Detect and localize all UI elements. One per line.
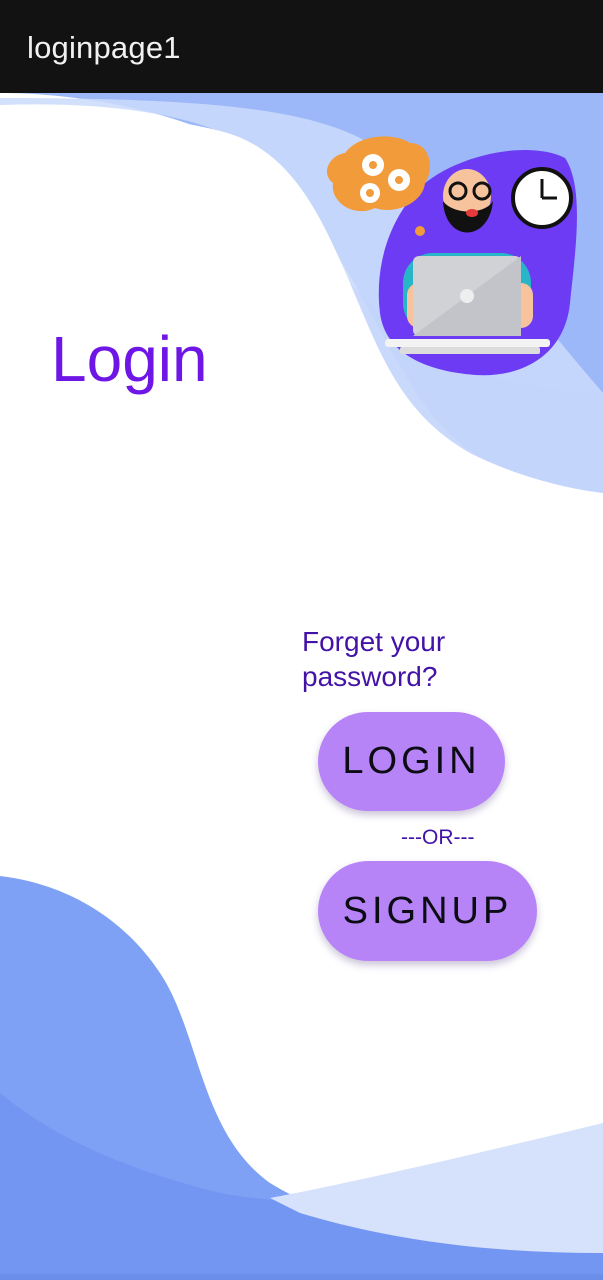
forgot-password-link[interactable]: Forget your password? <box>302 624 502 694</box>
bottom-edge <box>0 1274 603 1280</box>
app-title: loginpage1 <box>27 30 181 65</box>
person-illustration <box>326 136 577 376</box>
or-separator: ---OR--- <box>401 826 475 849</box>
app-bar: loginpage1 <box>0 0 603 93</box>
clock-icon <box>511 167 573 229</box>
login-button[interactable]: LOGIN <box>318 712 505 811</box>
signup-button[interactable]: SIGNUP <box>318 861 537 961</box>
thought-dot <box>415 226 425 236</box>
page-title: Login <box>51 323 208 395</box>
